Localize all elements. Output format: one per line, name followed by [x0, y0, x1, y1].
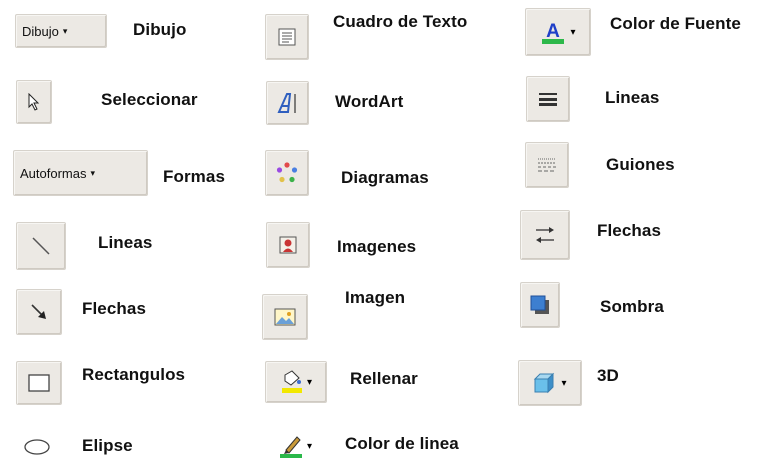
insert-picture-button[interactable] — [262, 294, 308, 340]
line-style-icon — [539, 93, 557, 106]
imagen-label: Imagen — [345, 288, 406, 307]
sombra-label: Sombra — [600, 297, 664, 316]
dash-style-icon — [538, 158, 556, 172]
font-color-button[interactable]: A ▾ — [525, 8, 591, 56]
line-style-button[interactable] — [526, 76, 570, 122]
pointer-arrow-icon — [28, 93, 40, 111]
rectangle-tool-button[interactable] — [16, 361, 62, 405]
color-de-linea-label: Color de linea — [345, 434, 459, 453]
shadow-icon — [530, 295, 549, 314]
text-box-button[interactable] — [265, 14, 309, 60]
chevron-down-icon: ▾ — [90, 167, 96, 178]
diagonal-line-icon — [32, 237, 50, 255]
clip-art-button[interactable] — [266, 222, 310, 268]
paint-bucket-icon — [281, 370, 302, 393]
imagenes-label: Imagenes — [337, 237, 417, 256]
autoformas-menu-button[interactable]: Autoformas ▾ — [13, 150, 148, 196]
autoformas-button-text: Autoformas — [20, 165, 87, 181]
rellenar-label: Rellenar — [350, 369, 418, 388]
diagram-button[interactable] — [265, 150, 309, 196]
ellipse-icon — [24, 439, 50, 455]
chevron-down-icon: ▾ — [306, 440, 313, 452]
cuadro-de-texto-label: Cuadro de Texto — [333, 12, 468, 31]
chevron-down-icon: ▾ — [62, 25, 68, 36]
arrow-style-button[interactable] — [520, 210, 570, 260]
diagramas-label: Diagramas — [341, 168, 429, 187]
pen-line-color-icon — [279, 436, 302, 458]
wordart-button[interactable] — [266, 81, 309, 125]
lineas-style-label: Lineas — [605, 88, 660, 107]
lineas-tool-label: Lineas — [98, 233, 153, 252]
font-color-icon: A — [542, 21, 565, 44]
clip-art-icon — [279, 236, 297, 254]
guiones-label: Guiones — [606, 155, 675, 174]
chevron-down-icon: ▾ — [570, 26, 576, 38]
color-de-fuente-label: Color de Fuente — [610, 14, 741, 33]
fill-color-button[interactable]: ▾ — [265, 361, 327, 403]
arrow-tool-button[interactable] — [16, 289, 62, 335]
dibujo-button-text: Dibujo — [22, 23, 59, 39]
diagonal-arrow-icon — [31, 304, 46, 319]
arrow-style-icon — [536, 227, 554, 243]
3d-box-icon — [534, 372, 555, 394]
elipse-label: Elipse — [82, 436, 133, 455]
rectangulos-label: Rectangulos — [82, 365, 186, 384]
rectangle-icon — [28, 374, 50, 392]
select-objects-button[interactable] — [16, 80, 52, 124]
line-color-button[interactable]: ▾ — [264, 426, 326, 466]
text-box-icon — [278, 28, 296, 46]
seleccionar-label: Seleccionar — [101, 90, 198, 109]
line-tool-button[interactable] — [16, 222, 66, 270]
dibujo-label: Dibujo — [133, 20, 187, 39]
diagram-cycle-icon — [276, 162, 298, 183]
dash-style-button[interactable] — [525, 142, 569, 188]
flechas-tool-label: Flechas — [82, 299, 147, 318]
3d-label: 3D — [597, 366, 619, 385]
wordart-icon — [276, 93, 296, 113]
ellipse-tool-button[interactable] — [14, 430, 60, 464]
chevron-down-icon: ▾ — [306, 376, 313, 388]
formas-label: Formas — [163, 167, 226, 186]
3d-style-button[interactable]: ▾ — [518, 360, 582, 406]
svg-text:A: A — [547, 21, 561, 42]
chevron-down-icon: ▾ — [561, 377, 567, 389]
shadow-style-button[interactable] — [520, 282, 560, 328]
dibujo-menu-button[interactable]: Dibujo ▾ — [15, 14, 107, 48]
wordart-label: WordArt — [335, 92, 404, 111]
flechas-style-label: Flechas — [597, 221, 662, 240]
picture-icon — [274, 308, 296, 326]
